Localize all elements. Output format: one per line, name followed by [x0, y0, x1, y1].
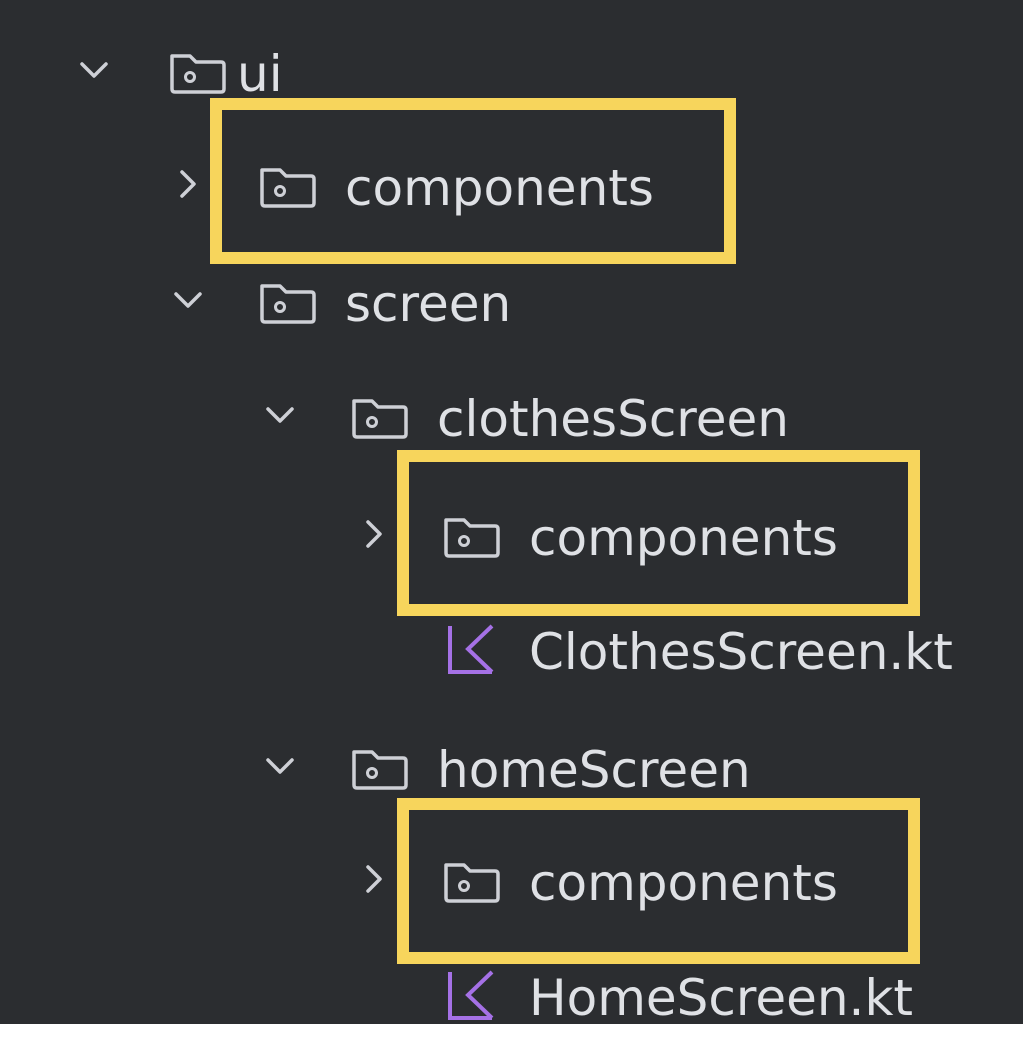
- highlight-box: [397, 798, 920, 964]
- chevron-down-icon[interactable]: [262, 730, 298, 810]
- chevron-right-icon[interactable]: [356, 843, 392, 923]
- project-tree-panel: ui components screen clothesScreen compo…: [0, 0, 1023, 1027]
- tree-node-clothesscreen[interactable]: clothesScreen: [0, 379, 1023, 459]
- chevron-down-icon[interactable]: [76, 34, 112, 114]
- kotlin-file-icon: [440, 612, 502, 692]
- tree-node-clothesscreen-kt[interactable]: ClothesScreen.kt: [0, 612, 1023, 692]
- chevron-right-icon[interactable]: [170, 148, 206, 228]
- tree-node-label: ClothesScreen.kt: [529, 623, 953, 681]
- chevron-down-icon[interactable]: [262, 379, 298, 459]
- chevron-down-icon[interactable]: [170, 264, 206, 344]
- tree-node-screen[interactable]: screen: [0, 264, 1023, 344]
- folder-icon: [256, 264, 318, 344]
- tree-node-label: screen: [345, 275, 512, 333]
- chevron-right-icon[interactable]: [356, 498, 392, 578]
- highlight-box: [210, 98, 736, 264]
- folder-icon: [348, 379, 410, 459]
- tree-node-homescreen-kt[interactable]: HomeScreen.kt: [0, 958, 1023, 1038]
- kotlin-file-icon: [440, 958, 502, 1038]
- highlight-box: [397, 450, 920, 616]
- tree-node-label: clothesScreen: [437, 390, 789, 448]
- tree-node-label: HomeScreen.kt: [529, 969, 914, 1027]
